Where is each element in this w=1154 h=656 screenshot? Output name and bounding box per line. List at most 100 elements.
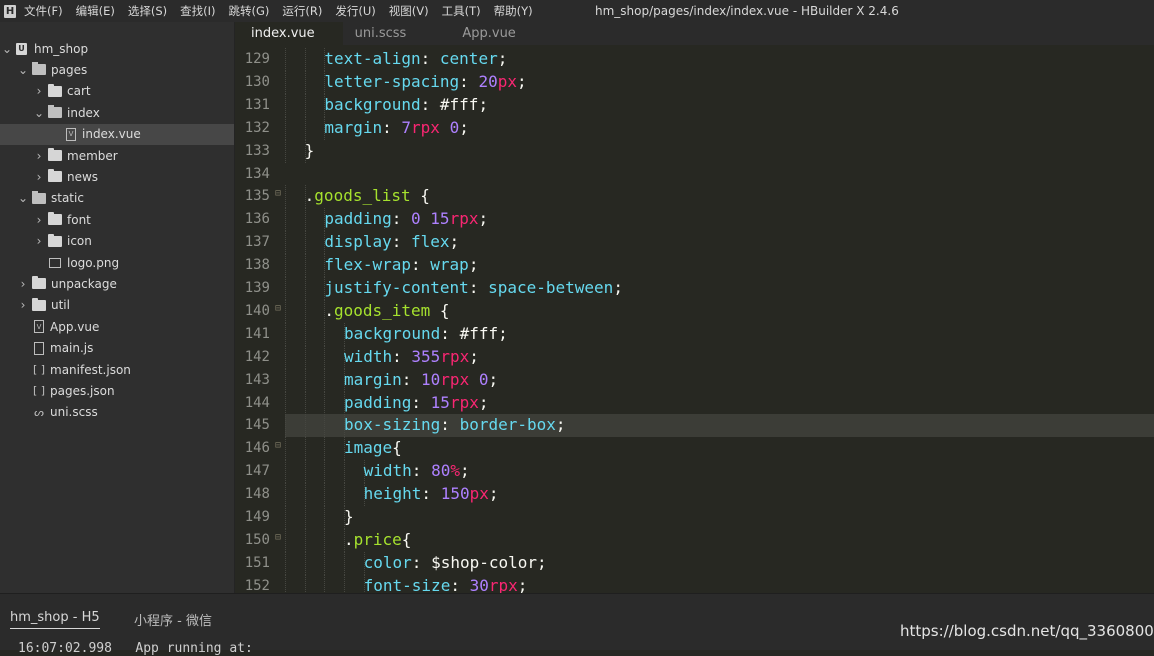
chevron-right-icon[interactable]: › xyxy=(34,149,44,163)
tree-item[interactable]: V App.vue xyxy=(0,316,234,337)
chevron-down-icon[interactable]: ⌄ xyxy=(18,63,28,77)
chevron-down-icon[interactable]: ⌄ xyxy=(18,191,28,205)
fold-toggle-icon[interactable]: ⊟ xyxy=(275,188,281,199)
line-number: 146 xyxy=(244,440,270,457)
menu-item[interactable]: 帮助(Y) xyxy=(494,3,533,19)
code-editor[interactable]: 129 text-align: center; 130 letter-spacing:… xyxy=(235,45,1154,593)
code-line[interactable]: 142 width: 355rpx; xyxy=(235,345,1154,369)
menu-item[interactable]: 文件(F) xyxy=(24,3,63,19)
chevron-down-icon[interactable]: ⌄ xyxy=(2,42,12,56)
tree-item[interactable]: › icon xyxy=(0,231,234,252)
code-line[interactable]: 137 display: flex; xyxy=(235,231,1154,255)
editor-tab[interactable]: uni.scss xyxy=(343,22,447,45)
tree-item[interactable]: › unpackage xyxy=(0,273,234,294)
tree-item[interactable]: › font xyxy=(0,209,234,230)
code-token: { xyxy=(401,529,412,549)
editor-tab[interactable]: index.vue xyxy=(235,22,343,45)
tree-item[interactable]: › news xyxy=(0,166,234,187)
menu-item[interactable]: 运行(R) xyxy=(282,3,322,19)
tree-item[interactable]: ⌄ pages xyxy=(0,59,234,80)
indent-guide xyxy=(285,185,286,209)
chevron-right-icon[interactable]: › xyxy=(34,234,44,248)
line-number: 145 xyxy=(244,417,270,434)
indent-guide xyxy=(304,208,306,232)
fold-toggle-icon[interactable]: ⊟ xyxy=(275,532,281,543)
indent-guide xyxy=(304,254,306,278)
tree-item[interactable]: [ ] manifest.json xyxy=(0,359,234,380)
code-line[interactable]: 146 ⊟ image{ xyxy=(235,437,1154,461)
code-token: . xyxy=(343,529,354,549)
tree-item[interactable]: › util xyxy=(0,295,234,316)
code-token: width xyxy=(363,461,412,481)
code-line[interactable]: 132 margin: 7rpx 0; xyxy=(235,116,1154,140)
indent-guide xyxy=(304,551,306,575)
console-tab-h5[interactable]: hm_shop - H5 xyxy=(10,610,100,629)
code-text: color: $shop-color; xyxy=(364,553,547,572)
code-token: : xyxy=(459,71,479,91)
menu-item[interactable]: 跳转(G) xyxy=(229,3,270,19)
line-number: 133 xyxy=(244,142,270,159)
hbuilder-logo-icon[interactable]: H xyxy=(4,4,16,18)
editor-tab[interactable]: App.vue xyxy=(446,22,531,45)
menu-item[interactable]: 选择(S) xyxy=(128,3,167,19)
code-line[interactable]: 134 xyxy=(235,163,1154,186)
vue-file-icon: V xyxy=(66,127,76,141)
chevron-right-icon[interactable]: › xyxy=(34,84,44,98)
chevron-down-icon[interactable]: ⌄ xyxy=(34,106,44,120)
code-token: rpx xyxy=(449,209,479,229)
menu-item[interactable]: 视图(V) xyxy=(389,3,429,19)
chevron-right-icon[interactable]: › xyxy=(34,170,44,184)
fold-toggle-icon[interactable]: ⊟ xyxy=(275,303,281,314)
code-line[interactable]: 150 ⊟ .price{ xyxy=(235,528,1154,552)
menu-item[interactable]: 发行(U) xyxy=(335,3,375,19)
code-line[interactable]: 151 color: $shop-color; xyxy=(235,551,1154,575)
tree-item[interactable]: ⌄ index xyxy=(0,102,234,123)
code-line[interactable]: 141 background: #fff; xyxy=(235,322,1154,346)
code-line[interactable]: 148 height: 150px; xyxy=(235,483,1154,507)
tree-item[interactable]: ᔕ uni.scss xyxy=(0,402,234,423)
code-line[interactable]: 129 text-align: center; xyxy=(235,48,1154,71)
indent-guide xyxy=(285,116,286,140)
code-line[interactable]: 131 background: #fff; xyxy=(235,93,1154,117)
chevron-right-icon[interactable]: › xyxy=(18,298,28,312)
fold-toggle-icon[interactable]: ⊟ xyxy=(275,440,281,451)
folder-icon xyxy=(48,148,62,161)
code-line[interactable]: 144 padding: 15rpx; xyxy=(235,391,1154,415)
indent-guide xyxy=(285,322,286,346)
menu-item[interactable]: 工具(T) xyxy=(442,3,481,19)
console-tab-weixin[interactable]: 小程序 - 微信 xyxy=(134,610,212,629)
menu-item[interactable]: 查找(I) xyxy=(180,3,215,19)
code-line[interactable]: 145 box-sizing: border-box; xyxy=(245,414,1154,438)
indent-guide xyxy=(304,277,306,300)
code-text: width: 80%; xyxy=(364,461,470,480)
code-line[interactable]: 139 justify-content: space-between; xyxy=(235,277,1154,300)
tree-item-label: pages xyxy=(51,62,88,77)
code-line[interactable]: 138 flex-wrap: wrap; xyxy=(235,254,1154,278)
code-line[interactable]: 135 ⊟ .goods_list { xyxy=(235,185,1154,209)
tree-item[interactable]: logo.png xyxy=(0,252,234,273)
tree-item[interactable]: › cart xyxy=(0,81,234,102)
code-line[interactable]: 149} xyxy=(235,506,1154,529)
code-line[interactable]: 140 ⊟ .goods_item { xyxy=(235,299,1154,323)
code-line[interactable]: 136 padding: 0 15rpx; xyxy=(235,208,1154,232)
code-token: ; xyxy=(478,209,489,229)
chevron-right-icon[interactable]: › xyxy=(34,213,44,227)
code-text: box-sizing: border-box; xyxy=(344,415,566,434)
code-line[interactable]: 143 margin: 10rpx 0; xyxy=(235,368,1154,392)
tree-item[interactable]: ⌄ static xyxy=(0,188,234,209)
chevron-right-icon[interactable]: › xyxy=(18,277,28,291)
code-token: goods_list xyxy=(314,186,411,206)
menu-item[interactable]: 编辑(E) xyxy=(76,3,115,19)
tree-item[interactable]: Vindex.vue xyxy=(0,123,234,145)
code-line[interactable]: 133} xyxy=(235,139,1154,163)
tree-item[interactable]: [ ] pages.json xyxy=(0,380,234,401)
tree-item[interactable]: main.js xyxy=(0,338,234,359)
code-line[interactable]: 130 letter-spacing: 20px; xyxy=(235,70,1154,94)
code-token: : xyxy=(392,346,412,366)
tree-item[interactable]: › member xyxy=(0,145,234,166)
tree-item[interactable]: ⌄ Uhm_shop xyxy=(0,38,234,59)
code-line[interactable]: 147 width: 80%; xyxy=(235,460,1154,484)
code-line[interactable]: 152 font-size: 30rpx; xyxy=(235,574,1154,593)
code-token: 355 xyxy=(411,346,441,366)
